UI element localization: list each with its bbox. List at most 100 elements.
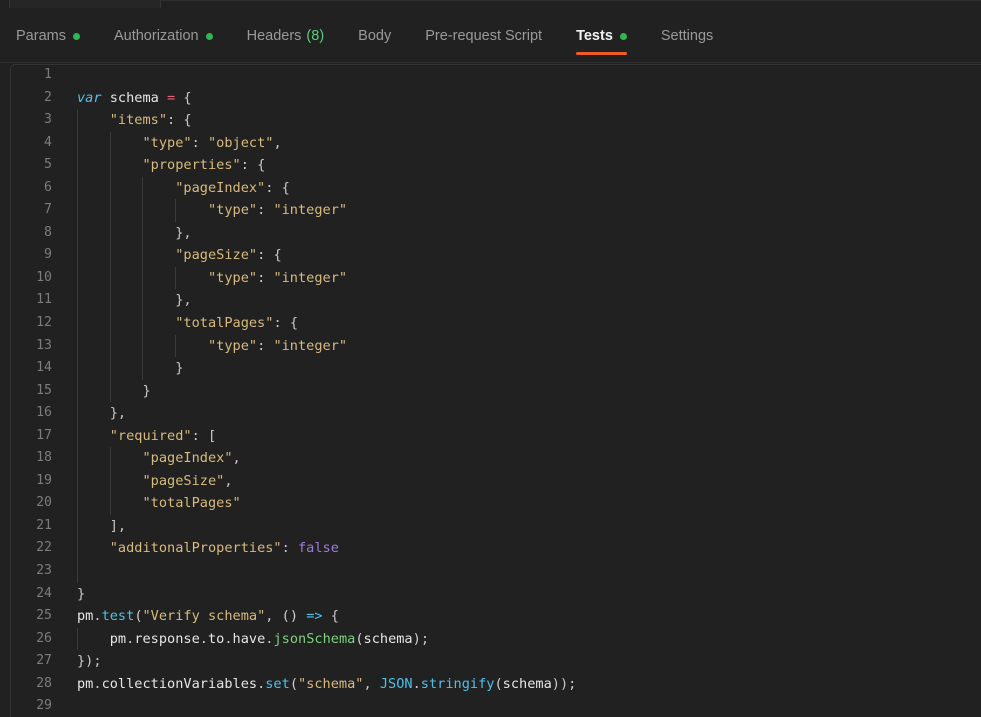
- code-text: "pageSize": {: [77, 244, 281, 267]
- code-token: "totalPages": [142, 495, 241, 512]
- tab-strip-filler: [161, 0, 981, 8]
- code-line[interactable]: 16 },: [0, 402, 981, 425]
- line-number: 9: [44, 247, 52, 263]
- code-line[interactable]: 24}: [0, 583, 981, 606]
- code-text: }: [77, 357, 183, 380]
- line-number: 17: [36, 427, 52, 443]
- code-token: false: [298, 540, 339, 557]
- code-line[interactable]: 7 "type": "integer": [0, 199, 981, 222]
- line-number: 1: [44, 67, 52, 82]
- code-line[interactable]: 9 "pageSize": {: [0, 244, 981, 267]
- line-number: 28: [36, 675, 52, 691]
- code-line[interactable]: 17 "required": [: [0, 424, 981, 448]
- code-token: :: [191, 427, 208, 444]
- code-text: },: [77, 222, 191, 245]
- code-token: ): [412, 630, 421, 647]
- line-number: 24: [36, 585, 52, 601]
- tab-pre-request-script[interactable]: Pre-request Script: [408, 9, 559, 63]
- code-token: {: [289, 315, 298, 332]
- line-number: 27: [36, 653, 52, 669]
- code-text: "totalPages": {: [77, 312, 298, 335]
- code-line[interactable]: 6 "pageIndex": {: [0, 176, 981, 200]
- code-line[interactable]: 10 "type": "integer": [0, 266, 981, 290]
- code-token: ,: [265, 608, 282, 625]
- code-text: "totalPages": [77, 492, 241, 515]
- code-line[interactable]: 4 "type": "object",: [0, 131, 981, 155]
- code-token: ;: [420, 630, 429, 647]
- code-line[interactable]: 22 "additonalProperties": false: [0, 537, 981, 561]
- code-line[interactable]: 21 ],: [0, 514, 981, 538]
- code-line[interactable]: 28 pm.collectionVariables.set("schema", J…: [0, 673, 981, 696]
- code-line[interactable]: 2 var schema = {: [0, 87, 981, 110]
- code-token: ));: [551, 675, 577, 692]
- code-token: pm: [77, 608, 94, 625]
- code-token: .: [224, 630, 233, 647]
- code-line[interactable]: 20 "totalPages": [0, 492, 981, 515]
- code-line[interactable]: 13 "type": "integer": [0, 334, 981, 358]
- code-line[interactable]: 29: [0, 695, 981, 717]
- code-token: "pageSize": [175, 247, 258, 264]
- tab-tests[interactable]: Tests: [559, 9, 644, 63]
- code-line[interactable]: 19 "pageSize",: [0, 469, 981, 493]
- code-token: {: [183, 112, 192, 129]
- code-token: :: [257, 202, 274, 219]
- code-text: "type": "object",: [77, 132, 281, 155]
- code-token: [: [207, 427, 217, 444]
- code-token: "properties": [142, 157, 241, 174]
- code-line[interactable]: 14 }: [0, 357, 981, 380]
- code-line[interactable]: 27});: [0, 650, 981, 673]
- code-token: .: [199, 630, 208, 647]
- code-token: test: [101, 608, 135, 625]
- code-line[interactable]: 26 pm.response.to.have.jsonSchema(schema…: [0, 627, 981, 651]
- code-token: response: [134, 630, 200, 647]
- code-token: (: [289, 675, 298, 692]
- code-token: (: [494, 675, 503, 692]
- code-token: "additonalProperties": [109, 540, 282, 557]
- code-line[interactable]: 8 },: [0, 221, 981, 245]
- indent-guide: [77, 560, 78, 583]
- code-line[interactable]: 5 "properties": {: [0, 154, 981, 177]
- code-token: "integer": [273, 202, 348, 219]
- code-token: "integer": [273, 337, 348, 354]
- code-line[interactable]: 23: [0, 560, 981, 583]
- code-line[interactable]: 12 "totalPages": {: [0, 312, 981, 335]
- code-text: pm.collectionVariables.set("schema", JSO…: [77, 673, 576, 696]
- code-token: :: [191, 134, 208, 151]
- code-token: "type": [207, 269, 258, 286]
- code-content[interactable]: 1 2 var schema = {3 "items": {4 "type": "o…: [0, 64, 981, 717]
- line-number: 21: [36, 517, 52, 533]
- tab-authorization[interactable]: Authorization: [97, 9, 230, 63]
- code-text: pm.test("Verify schema", () => {: [77, 605, 339, 628]
- tab-modified-dot-icon: [619, 32, 627, 40]
- tests-script-editor[interactable]: 1 2 var schema = {3 "items": {4 "type": "o…: [0, 64, 981, 717]
- tab-modified-dot-icon: [72, 32, 80, 40]
- code-line[interactable]: 25 pm.test("Verify schema", () => {: [0, 605, 981, 628]
- tab-body[interactable]: Body: [341, 9, 408, 63]
- code-text: "required": [: [77, 425, 216, 448]
- line-number: 19: [36, 472, 52, 488]
- line-number: 18: [36, 450, 52, 466]
- line-number: 29: [36, 698, 52, 714]
- tab-headers[interactable]: Headers (8): [230, 9, 342, 63]
- code-line[interactable]: 18 "pageIndex",: [0, 447, 981, 470]
- code-line[interactable]: 3 "items": {: [0, 109, 981, 132]
- code-token: have: [232, 630, 266, 647]
- code-line[interactable]: 11 },: [0, 289, 981, 313]
- code-token: "items": [109, 112, 168, 129]
- code-line[interactable]: 1: [0, 64, 981, 87]
- line-number: 6: [44, 179, 52, 195]
- code-line[interactable]: 15 }: [0, 379, 981, 403]
- open-request-tab[interactable]: [9, 0, 161, 8]
- tab-params[interactable]: Params: [16, 9, 97, 63]
- tab-settings[interactable]: Settings: [644, 9, 730, 63]
- code-token: (: [355, 630, 364, 647]
- code-token: "type": [207, 337, 258, 354]
- code-token: },: [175, 292, 192, 309]
